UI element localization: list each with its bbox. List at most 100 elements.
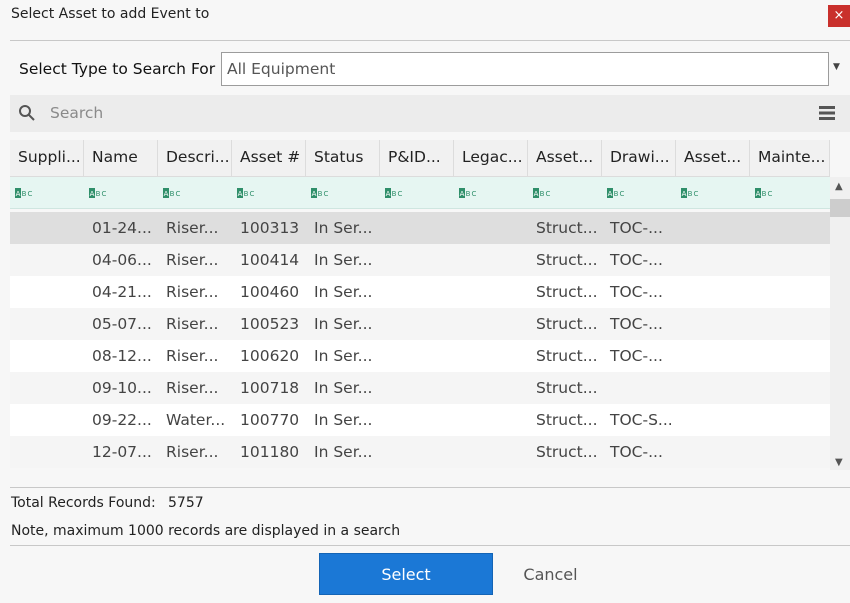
- table-cell: [380, 340, 454, 372]
- filter-cell[interactable]: ABC: [380, 177, 454, 209]
- table-row[interactable]: 12-07... Riser... 101180 In Ser... Struct...…: [10, 436, 830, 468]
- filter-cell[interactable]: ABC: [84, 177, 158, 209]
- table-row[interactable]: 09-10... Riser... 100718 In Ser... Struct...: [10, 372, 830, 404]
- table-cell: In Ser...: [314, 251, 373, 269]
- column-header[interactable]: Legac...: [454, 140, 528, 177]
- table-cell: [676, 276, 750, 308]
- table-cell: In Ser...: [314, 379, 373, 397]
- scroll-thumb[interactable]: [830, 199, 850, 217]
- filter-cell[interactable]: ABC: [10, 177, 84, 209]
- svg-text:B: B: [96, 190, 101, 198]
- table-cell: [380, 212, 454, 244]
- abc-filter-icon: ABC: [311, 188, 329, 198]
- table-cell: [750, 340, 830, 372]
- table-cell: [676, 404, 750, 436]
- svg-text:C: C: [102, 190, 107, 198]
- table-row[interactable]: 09-22... Water... 100770 In Ser... Struct...…: [10, 404, 830, 436]
- table-row[interactable]: 08-12... Riser... 100620 In Ser... Struct...…: [10, 340, 830, 372]
- table-row[interactable]: 04-06... Riser... 100414 In Ser... Struct...…: [10, 244, 830, 276]
- table-cell: [10, 436, 84, 468]
- svg-text:A: A: [682, 190, 687, 198]
- scroll-down-icon[interactable]: ▼: [835, 457, 843, 468]
- table-cell: 04-21...: [92, 283, 152, 301]
- table-cell: [380, 244, 454, 276]
- chevron-down-icon[interactable]: ▼: [833, 62, 840, 72]
- column-header[interactable]: Asset...: [676, 140, 750, 177]
- table-cell: TOC-...: [610, 315, 663, 333]
- column-header[interactable]: Asset #: [232, 140, 306, 177]
- table-cell: TOC-...: [610, 443, 663, 461]
- column-header[interactable]: P&ID...: [380, 140, 454, 177]
- table-cell: [380, 404, 454, 436]
- vertical-scrollbar[interactable]: ▲ ▼: [830, 177, 850, 470]
- scroll-up-icon[interactable]: ▲: [835, 181, 843, 192]
- column-header[interactable]: Status: [306, 140, 380, 177]
- svg-text:A: A: [756, 190, 761, 198]
- type-select[interactable]: All Equipment: [221, 52, 829, 86]
- table-row[interactable]: 01-24... Riser... 100313 In Ser... Struct...…: [10, 212, 830, 244]
- table-cell: In Ser...: [314, 315, 373, 333]
- svg-text:A: A: [164, 190, 169, 198]
- filter-cell[interactable]: ABC: [158, 177, 232, 209]
- table-cell: [750, 212, 830, 244]
- table-cell: In Ser...: [314, 219, 373, 237]
- abc-filter-icon: ABC: [385, 188, 403, 198]
- table-cell: 100770: [240, 411, 300, 429]
- column-header[interactable]: Suppli...: [10, 140, 84, 177]
- abc-filter-icon: ABC: [681, 188, 699, 198]
- filter-cell[interactable]: ABC: [528, 177, 602, 209]
- search-icon: [19, 105, 35, 121]
- filter-cell[interactable]: ABC: [602, 177, 676, 209]
- column-header[interactable]: Name: [84, 140, 158, 177]
- filter-cell[interactable]: ABC: [676, 177, 750, 209]
- grid-body: 01-24... Riser... 100313 In Ser... Struct...…: [10, 212, 830, 468]
- max-records-note: Note, maximum 1000 records are displayed…: [11, 523, 401, 539]
- svg-text:B: B: [170, 190, 175, 198]
- table-cell: Riser...: [166, 315, 219, 333]
- total-records-value: 5757: [168, 495, 204, 511]
- table-cell: [602, 372, 676, 404]
- table-row[interactable]: 04-21... Riser... 100460 In Ser... Struct...…: [10, 276, 830, 308]
- search-bar: [10, 95, 850, 132]
- filter-cell[interactable]: ABC: [454, 177, 528, 209]
- table-cell: 100523: [240, 315, 300, 333]
- table-row[interactable]: 05-07... Riser... 100523 In Ser... Struct...…: [10, 308, 830, 340]
- svg-text:A: A: [608, 190, 613, 198]
- table-cell: Struct...: [536, 315, 598, 333]
- abc-filter-icon: ABC: [533, 188, 551, 198]
- table-cell: In Ser...: [314, 443, 373, 461]
- column-header[interactable]: Drawi...: [602, 140, 676, 177]
- cancel-button[interactable]: Cancel: [503, 553, 598, 595]
- table-cell: [676, 308, 750, 340]
- table-cell: 100460: [240, 283, 300, 301]
- table-cell: [750, 276, 830, 308]
- table-cell: Riser...: [166, 219, 219, 237]
- table-cell: [676, 340, 750, 372]
- table-cell: [676, 212, 750, 244]
- svg-text:C: C: [250, 190, 255, 198]
- select-button[interactable]: Select: [319, 553, 493, 595]
- table-cell: TOC-...: [610, 219, 663, 237]
- filter-cell[interactable]: ABC: [306, 177, 380, 209]
- svg-text:B: B: [688, 190, 693, 198]
- table-cell: Riser...: [166, 283, 219, 301]
- table-cell: Struct...: [536, 347, 598, 365]
- search-input[interactable]: [50, 102, 450, 124]
- svg-text:C: C: [176, 190, 181, 198]
- table-cell: [750, 244, 830, 276]
- filter-cell[interactable]: ABC: [750, 177, 830, 209]
- svg-text:C: C: [28, 190, 33, 198]
- column-menu-icon[interactable]: [818, 104, 836, 122]
- table-cell: [10, 244, 84, 276]
- column-header[interactable]: Mainte...: [750, 140, 830, 177]
- table-cell: [10, 404, 84, 436]
- table-cell: [10, 212, 84, 244]
- svg-text:B: B: [614, 190, 619, 198]
- close-button[interactable]: ×: [828, 5, 850, 27]
- table-cell: 01-24...: [92, 219, 152, 237]
- filter-cell[interactable]: ABC: [232, 177, 306, 209]
- column-header[interactable]: Descri...: [158, 140, 232, 177]
- table-cell: [750, 308, 830, 340]
- column-header[interactable]: Asset...: [528, 140, 602, 177]
- table-cell: [10, 308, 84, 340]
